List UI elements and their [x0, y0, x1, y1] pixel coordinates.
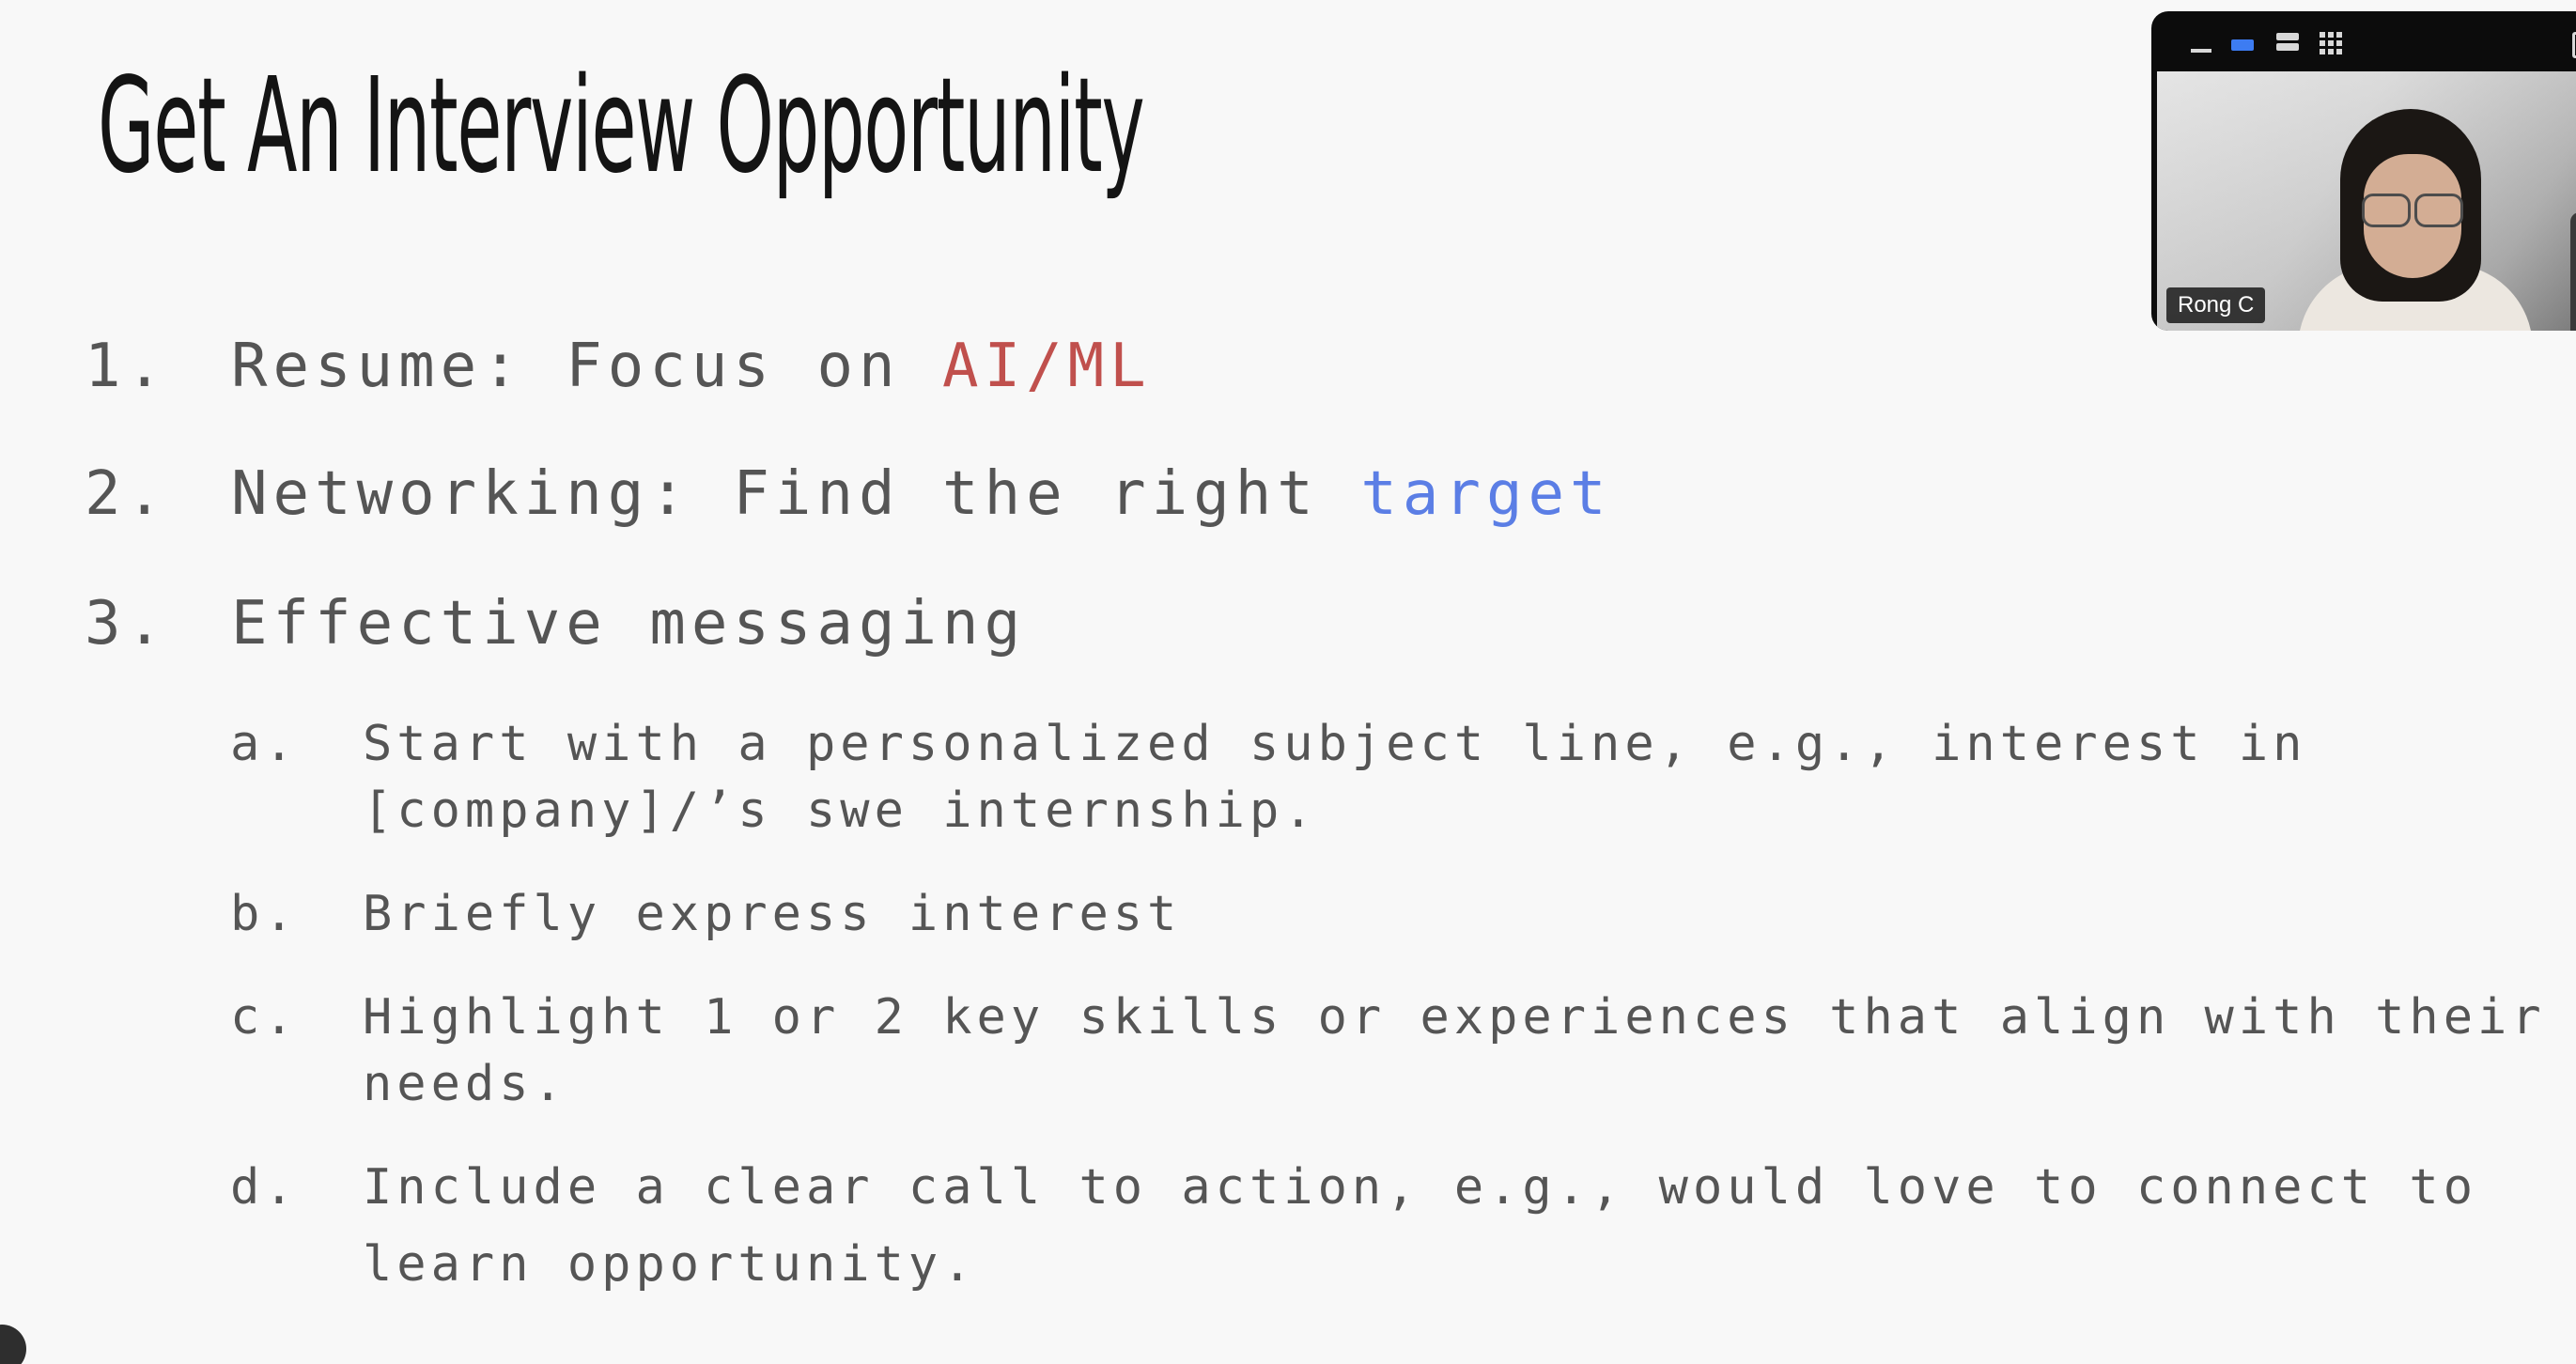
glasses-icon — [2362, 194, 2463, 227]
list-number: 1. — [85, 332, 169, 401]
grid-view-icon[interactable] — [2317, 28, 2345, 54]
participant-video[interactable]: Rong C — [2157, 71, 2576, 331]
list-item-text: Resume: Focus on — [231, 332, 943, 401]
sub-item-letter: a. — [230, 716, 299, 772]
slide-title: Get An Interview Opportunity — [98, 50, 1145, 203]
sub-item-letter: d. — [230, 1159, 299, 1216]
sub-item-line: [company]/’s swe internship. — [363, 783, 1318, 839]
list-item-text: Effective messaging — [231, 589, 1027, 659]
sub-item-line: Briefly express interest — [363, 886, 1182, 942]
list-item-text: Networking: Find the right — [231, 459, 1361, 529]
sub-item-line: learn opportunity. — [363, 1236, 977, 1293]
video-panel[interactable]: Rong C — [2151, 11, 2576, 331]
picture-in-picture-icon[interactable] — [2572, 32, 2576, 58]
highlight-text: AI/ML — [942, 332, 1152, 401]
video-toolbar — [2151, 11, 2576, 68]
speaker-view-icon[interactable] — [2228, 28, 2257, 54]
sub-item-line: Highlight 1 or 2 key skills or experienc… — [363, 989, 2546, 1046]
sub-item-letter: c. — [230, 989, 299, 1046]
chair — [2570, 212, 2576, 331]
sub-item-line: Start with a personalized subject line, … — [363, 716, 2307, 772]
sub-item-letter: b. — [230, 886, 299, 942]
list-number: 2. — [85, 459, 169, 529]
strip-view-icon[interactable] — [2273, 28, 2302, 54]
list-number: 3. — [85, 589, 169, 659]
minimize-icon[interactable] — [2187, 28, 2215, 54]
highlight-text: target — [1360, 459, 1612, 529]
sub-item-line: Include a clear call to action, e.g., wo… — [363, 1159, 2478, 1216]
participant-name-tag: Rong C — [2166, 287, 2266, 323]
sub-item-line: needs. — [363, 1056, 567, 1112]
